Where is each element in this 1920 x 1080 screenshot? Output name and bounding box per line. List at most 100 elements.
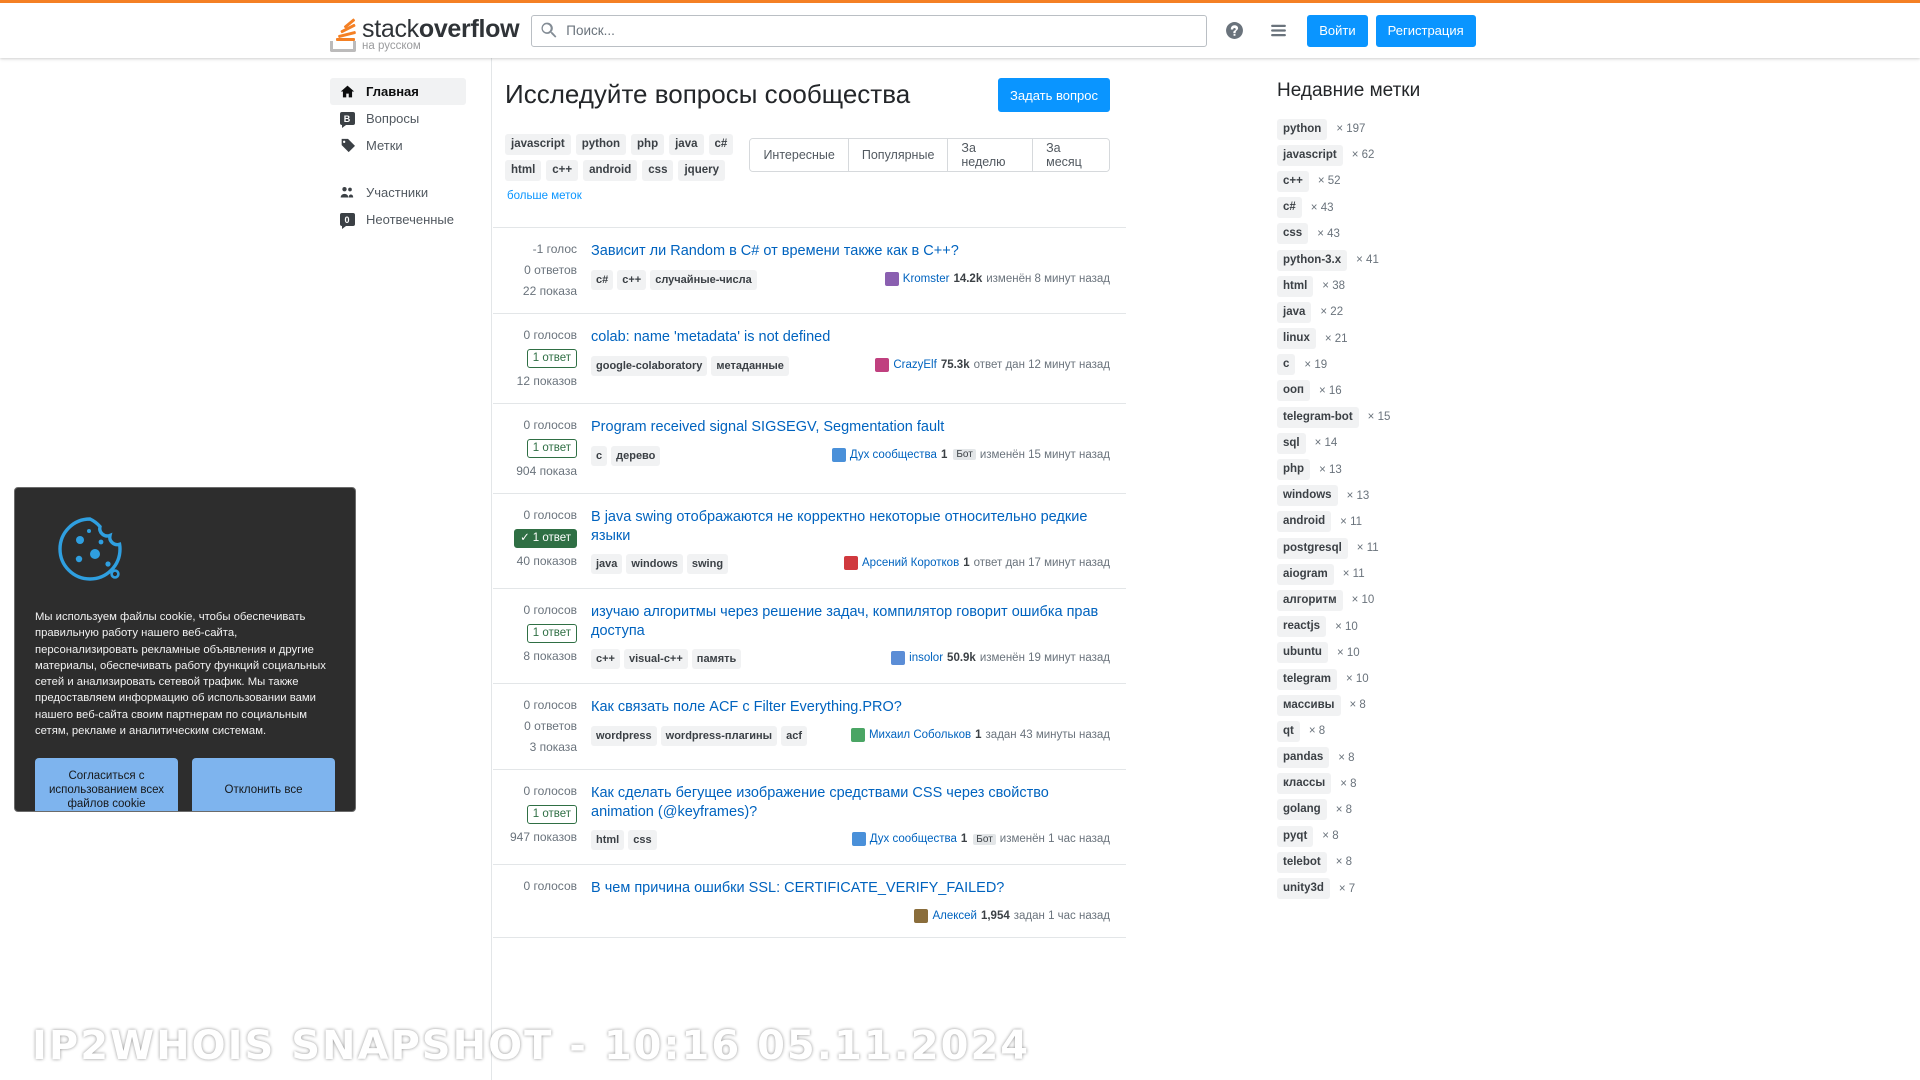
question-tag[interactable]: дерево (611, 445, 661, 466)
recent-tag-count: × 8 (1335, 803, 1353, 816)
question-tag[interactable]: visual-c++ (623, 649, 688, 669)
popular-tag[interactable]: c++ (546, 160, 579, 181)
user-name-link[interactable]: Алексей (932, 910, 977, 922)
cookie-accept-button[interactable]: Согласиться с использованием всех файлов… (35, 758, 178, 811)
user-name-link[interactable]: Арсений Коротков (862, 557, 959, 569)
recent-tag[interactable]: aiogram (1277, 563, 1334, 585)
recent-tag[interactable]: qt (1277, 720, 1300, 742)
recent-tag[interactable]: ооп (1277, 380, 1310, 402)
recent-tag[interactable]: php (1277, 459, 1311, 481)
sidebar-item-label: Метки (366, 138, 403, 153)
popular-tag[interactable]: php (631, 134, 665, 155)
question-title-link[interactable]: Как сделать бегущее изображение средства… (591, 784, 1110, 821)
recent-tag[interactable]: классы (1277, 773, 1332, 795)
recent-tag[interactable]: windows (1277, 485, 1338, 507)
popular-tag[interactable]: css (642, 160, 674, 181)
sort-tab[interactable]: За месяц (1033, 139, 1109, 171)
popular-tag[interactable]: python (575, 134, 627, 155)
user-name-link[interactable]: insolor (909, 652, 943, 664)
question-tag[interactable]: swing (686, 554, 729, 574)
sidebar-item-tags[interactable]: Метки (330, 132, 466, 159)
sort-tab[interactable]: За неделю (948, 139, 1034, 171)
recent-tag[interactable]: linux (1277, 328, 1316, 350)
recent-tag[interactable]: c++ (1277, 170, 1309, 192)
user-name-link[interactable]: Kromster (903, 273, 950, 285)
recent-tag[interactable]: c# (1277, 197, 1302, 219)
sidebar-item-home[interactable]: Главная (330, 78, 466, 105)
question-title-link[interactable]: В java swing отображаются не корректно н… (591, 508, 1110, 545)
recent-tag[interactable]: алгоритм (1277, 589, 1343, 611)
question-row: 0 голосов В чем причина ошибки SSL: CERTI… (493, 865, 1126, 938)
recent-tag[interactable]: javascript (1277, 144, 1343, 166)
help-button[interactable] (1217, 14, 1251, 48)
popular-tag[interactable]: java (669, 134, 704, 155)
signup-button[interactable]: Регистрация (1375, 14, 1476, 47)
popular-tag[interactable]: android (583, 160, 638, 181)
recent-tag[interactable]: java (1277, 301, 1312, 323)
question-tag[interactable]: c (591, 445, 608, 466)
user-name-link[interactable]: CrazyElf (893, 359, 936, 371)
user-name-link[interactable]: Михаил Собольков (869, 729, 971, 741)
recent-tag[interactable]: unity3d (1277, 878, 1330, 900)
question-tag[interactable]: память (691, 649, 742, 669)
recent-tag[interactable]: css (1277, 223, 1309, 245)
cookie-decline-button[interactable]: Отклонить все (192, 758, 335, 811)
recent-tag-count: × 7 (1338, 882, 1356, 895)
recent-tag[interactable]: telebot (1277, 851, 1327, 873)
user-name-link[interactable]: Дух сообщества (870, 833, 957, 845)
sidebar-item-questions[interactable]: В Вопросы (330, 105, 466, 132)
more-tags-link[interactable]: больше меток (505, 186, 584, 207)
question-title-link[interactable]: Program received signal SIGSEGV, Segment… (591, 418, 1110, 437)
search-box[interactable] (531, 14, 1208, 47)
recent-tag[interactable]: pandas (1277, 747, 1330, 769)
question-tag[interactable]: wordpress-плагины (660, 725, 778, 746)
question-tag[interactable]: java (591, 554, 623, 574)
user-name-link[interactable]: Дух сообщества (850, 449, 937, 461)
stacks-button[interactable] (1261, 14, 1295, 48)
popular-tag[interactable]: jquery (678, 160, 725, 181)
question-tag[interactable]: c# (591, 269, 614, 290)
recent-tag[interactable]: sql (1277, 432, 1306, 454)
question-tag[interactable]: acf (781, 725, 807, 746)
recent-tag[interactable]: postgresql (1277, 537, 1348, 559)
sort-tab[interactable]: Интересные (750, 139, 849, 171)
question-tag[interactable]: c++ (591, 649, 620, 669)
popular-tag[interactable]: html (505, 160, 542, 181)
question-title-link[interactable]: colab: name 'metadata' is not defined (591, 328, 1110, 347)
question-tag[interactable]: html (591, 830, 625, 850)
question-title-link[interactable]: В чем причина ошибки SSL: CERTIFICATE_VE… (591, 879, 1110, 898)
question-tag[interactable]: google-colaboratory (591, 355, 708, 376)
sort-tab[interactable]: Популярные (848, 139, 949, 171)
sidebar-item-users[interactable]: Участники (330, 179, 466, 206)
recent-tag[interactable]: c (1277, 354, 1296, 376)
question-tag[interactable]: c++ (617, 269, 647, 290)
question-tag[interactable]: wordpress (591, 725, 657, 746)
ask-question-button[interactable]: Задать вопрос (998, 78, 1110, 112)
question-tag[interactable]: метаданные (711, 355, 789, 376)
recent-tag[interactable]: telegram-bot (1277, 406, 1359, 428)
recent-tag[interactable]: android (1277, 511, 1332, 533)
question-tag[interactable]: случайные-числа (650, 269, 757, 290)
recent-tag[interactable]: golang (1277, 799, 1327, 821)
question-title-link[interactable]: Как связать поле ACF с Filter Everything… (591, 698, 1110, 717)
recent-tag[interactable]: python-3.x (1277, 249, 1348, 271)
question-tag[interactable]: css (628, 830, 657, 850)
recent-tag[interactable]: python (1277, 118, 1328, 140)
recent-tag[interactable]: html (1277, 275, 1314, 297)
recent-tag[interactable]: ubuntu (1277, 642, 1328, 664)
login-button[interactable]: Войти (1307, 14, 1368, 47)
question-tag[interactable]: windows (626, 554, 683, 574)
recent-tag[interactable]: массивы (1277, 694, 1341, 716)
recent-tag[interactable]: reactjs (1277, 616, 1327, 638)
site-logo[interactable]: stackoverflow на русском (330, 10, 520, 52)
question-title-link[interactable]: Зависит ли Random в C# от времени также … (591, 242, 1110, 261)
question-title-link[interactable]: изучаю алгоритмы через решение задач, ко… (591, 603, 1110, 640)
popular-tag[interactable]: c# (708, 134, 734, 155)
search-input[interactable] (566, 15, 1207, 46)
recent-tag-row: pyqt × 8 (1277, 823, 1920, 849)
sidebar-item-unanswered[interactable]: 0 Неотвеченные (330, 206, 466, 233)
popular-tag[interactable]: javascript (505, 134, 571, 155)
recent-tag-count: × 8 (1349, 699, 1366, 712)
recent-tag[interactable]: telegram (1277, 668, 1337, 690)
recent-tag[interactable]: pyqt (1277, 825, 1314, 847)
